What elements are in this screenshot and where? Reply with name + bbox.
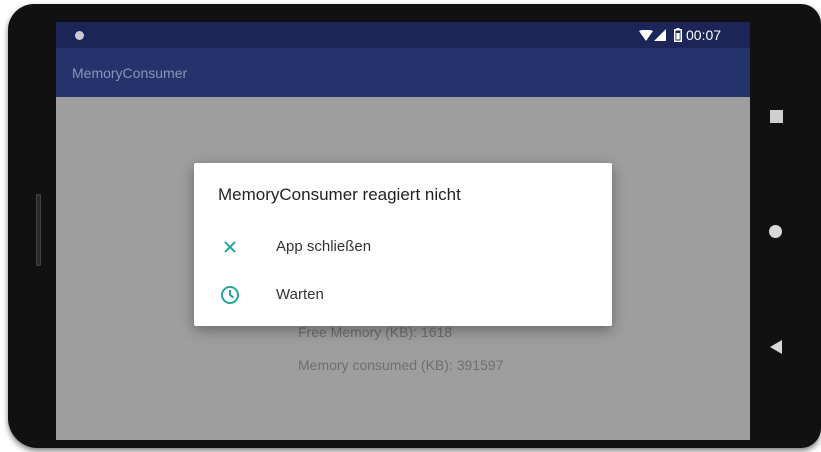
- wifi-icon: [639, 30, 653, 41]
- wait-option[interactable]: Warten: [194, 275, 612, 315]
- memory-consumed-text: Memory consumed (KB): 391597: [298, 357, 504, 373]
- app-title: MemoryConsumer: [72, 65, 188, 81]
- tablet-device-frame: 00:07 MemoryConsumer Free Memory (KB): 1…: [8, 4, 821, 448]
- wait-label: Warten: [276, 286, 324, 303]
- device-side-button: [36, 194, 41, 266]
- device-screen: 00:07 MemoryConsumer Free Memory (KB): 1…: [56, 22, 750, 440]
- battery-icon: [674, 28, 682, 42]
- close-app-label: App schließen: [276, 238, 372, 255]
- close-icon: [224, 241, 236, 253]
- notification-dot-icon: [75, 31, 84, 40]
- free-memory-text: Free Memory (KB): 1618: [298, 324, 453, 340]
- status-bar: 00:07: [56, 22, 750, 48]
- app-bar: MemoryConsumer: [56, 48, 750, 97]
- recents-icon[interactable]: [770, 110, 783, 123]
- close-app-option[interactable]: App schließen: [194, 227, 612, 267]
- status-time: 00:07: [686, 27, 722, 43]
- dialog-title: MemoryConsumer reagiert nicht: [218, 185, 461, 204]
- signal-icon: [654, 29, 666, 41]
- home-icon[interactable]: [769, 225, 782, 238]
- clock-icon: [221, 286, 239, 304]
- navigation-bar: [750, 22, 804, 440]
- back-icon[interactable]: [770, 340, 782, 354]
- anr-dialog: MemoryConsumer reagiert nicht App schlie…: [194, 163, 612, 326]
